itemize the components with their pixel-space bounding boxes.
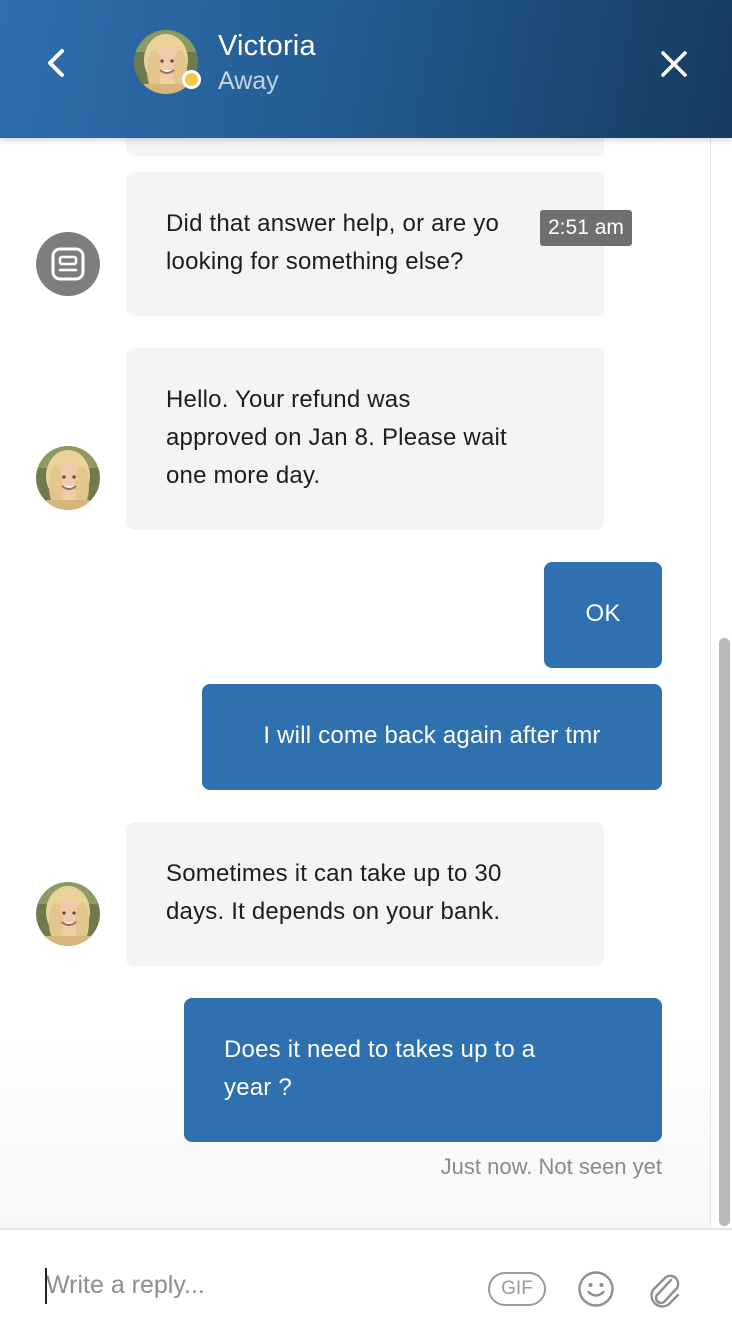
agent-name: Victoria [218,30,316,62]
message-timestamp-tooltip: 2:51 am [540,210,632,246]
agent-avatar [36,446,100,510]
gif-button[interactable]: GIF [488,1272,546,1306]
user-message-bubble: Does it need to takes up to a year ? [184,998,662,1142]
agent-message-bubble: Hello. Your refund was approved on Jan 8… [126,348,604,530]
seen-status: Just now. Not seen yet [440,1154,662,1179]
message-text-line: Hello. Your refund was [166,386,411,413]
bot-avatar [36,232,100,296]
message-text-line: year ? [224,1074,292,1101]
scrollbar-track[interactable] [710,138,732,1228]
paperclip-icon [650,1274,680,1308]
message-text-line: one more day. [166,462,321,489]
reply-input[interactable] [44,1260,466,1310]
close-button[interactable] [648,40,700,88]
bot-icon [51,247,85,281]
chevron-left-icon [48,49,64,77]
agent-message-bubble: Sometimes it can take up to 30 days. It … [126,822,604,966]
chat-header: Victoria Away [0,0,732,138]
message-text-line: looking for something else? [166,248,464,275]
back-button[interactable] [30,40,82,86]
away-status-dot [182,70,201,89]
message-text-line: Does it need to takes up to a [224,1036,536,1063]
bot-message-bubble: Did that answer help, or are yo looking … [126,172,604,316]
agent-status: Away [218,67,279,95]
message-text-line: Did that answer help, or are yo [166,210,500,237]
emoji-button[interactable] [577,1270,615,1308]
user-message-bubble: I will come back again after tmr [202,684,662,790]
conversation-area[interactable]: Did that answer help, or are yo looking … [0,138,712,1228]
message-text-line: days. It depends on your bank. [166,898,501,925]
smiley-icon [578,1271,614,1307]
scrollbar-thumb[interactable] [719,638,730,1226]
message-text: I will come back again after tmr [263,722,601,749]
message-text-line: approved on Jan 8. Please wait [166,424,507,451]
close-icon [661,51,687,77]
previous-message-bubble [126,138,604,156]
message-text: OK [585,600,621,627]
agent-avatar-header [134,30,201,94]
user-message-bubble: OK [544,562,662,668]
message-text-line: Sometimes it can take up to 30 [166,860,502,887]
reply-composer: GIF [0,1228,732,1342]
text-caret [45,1268,47,1304]
attach-button[interactable] [645,1268,683,1308]
agent-avatar [36,882,100,946]
